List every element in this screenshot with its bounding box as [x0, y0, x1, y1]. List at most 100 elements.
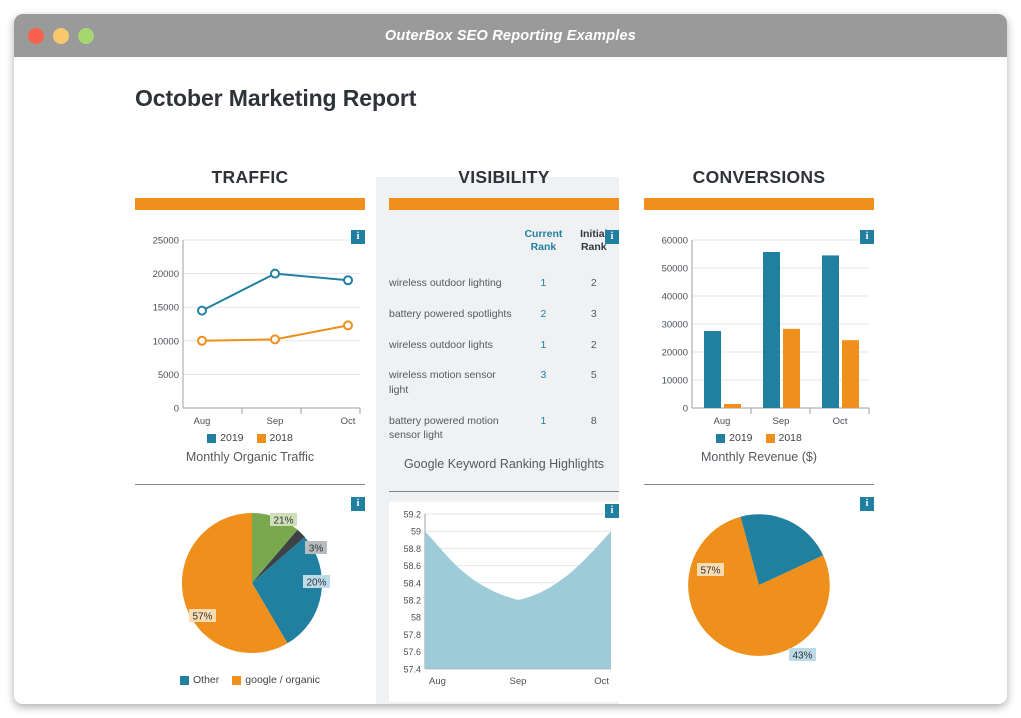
- current-rank: 1: [540, 277, 547, 290]
- x-tick: Aug: [194, 416, 211, 427]
- y-tick: 58: [411, 613, 421, 623]
- pie-label: 21%: [273, 516, 293, 527]
- y-tick: 58.8: [403, 544, 421, 554]
- accent-bar-traffic: [135, 198, 365, 210]
- table-row[interactable]: battery powered spotlights 2 3: [389, 299, 619, 330]
- chart-panel-average-position: i 59.2 59 58.8 58.6 58.4 58.2 58 57.8 57…: [389, 502, 619, 704]
- y-tick: 40000: [662, 292, 688, 303]
- header-line-1: Initial: [580, 228, 608, 240]
- pie-slices: [688, 514, 830, 656]
- bar-2018-oct[interactable]: [842, 340, 859, 408]
- keyword-term: wireless motion sensor light: [389, 369, 496, 396]
- bar-2018-sep[interactable]: [783, 328, 800, 408]
- table-row[interactable]: wireless motion sensor light 3 5: [389, 360, 619, 405]
- close-icon[interactable]: [28, 27, 44, 44]
- table-row[interactable]: wireless outdoor lights 1 2: [389, 330, 619, 361]
- y-tick: 0: [174, 404, 179, 415]
- legend-item[interactable]: 2018: [765, 432, 802, 444]
- y-tick: 60000: [662, 236, 688, 247]
- minimize-icon[interactable]: [53, 27, 69, 44]
- legend-item[interactable]: google / organic: [232, 674, 320, 686]
- chart-panel-traffic-source-breakdown: i 21% 3% 20% 57% Other google / organic: [135, 495, 365, 704]
- table-row[interactable]: wireless outdoor lighting 1 2: [389, 268, 619, 299]
- y-axis-ticks: 60000 50000 40000 30000 20000 10000 0: [662, 236, 688, 415]
- chart-caption: Monthly Revenue ($): [700, 450, 818, 464]
- window-controls[interactable]: [28, 27, 94, 44]
- legend-swatch-2018: [256, 433, 266, 443]
- legend-swatch-2019: [716, 433, 726, 443]
- header-line-2: Rank: [580, 241, 607, 254]
- bar-2018-aug[interactable]: [724, 404, 741, 408]
- window-title: OuterBox SEO Reporting Examples: [384, 27, 637, 44]
- info-icon[interactable]: i: [860, 230, 874, 244]
- report-content: October Marketing Report TRAFFIC i 25000: [14, 57, 1007, 704]
- legend-label: 2019: [729, 432, 753, 444]
- chart-caption: Monthly Organic Traffic: [185, 450, 315, 464]
- initial-rank: 5: [590, 369, 597, 382]
- series-2019: [197, 268, 353, 316]
- legend-pie-sources: Other google / organic: [135, 674, 365, 686]
- x-tick: Sep: [510, 676, 527, 687]
- x-tick: Oct: [594, 676, 609, 687]
- y-tick: 5000: [158, 370, 179, 381]
- current-rank: 3: [540, 369, 547, 382]
- bar-2019-sep[interactable]: [763, 252, 780, 408]
- bar-chart-monthly-revenue: 60000 50000 40000 30000 20000 10000 0 Au…: [662, 236, 870, 427]
- keyword-term: wireless outdoor lighting: [389, 277, 502, 290]
- pie-label: 57%: [192, 612, 212, 623]
- x-tick: Sep: [267, 416, 284, 427]
- legend-label: 2019: [220, 432, 244, 444]
- chart-panel-monthly-revenue: i 60000 50000 40000 30000 20000 10000 0 …: [644, 228, 874, 485]
- table-row[interactable]: battery powered motion sensor light 1 8: [389, 406, 619, 451]
- legend-label: 2018: [778, 432, 802, 444]
- pie-label: 57%: [700, 566, 720, 577]
- legend-item[interactable]: 2018: [256, 432, 293, 444]
- line-chart-monthly-organic-traffic: 25000 20000 15000 10000 5000 0 Aug Sep O…: [153, 236, 361, 427]
- pie-label: 20%: [306, 578, 326, 589]
- current-rank: 2: [540, 307, 547, 320]
- info-icon[interactable]: i: [605, 230, 619, 244]
- x-tick-labels: Aug Sep Oct: [194, 416, 356, 427]
- info-icon[interactable]: i: [860, 497, 874, 511]
- y-tick: 0: [683, 404, 688, 415]
- maximize-icon[interactable]: [78, 27, 94, 44]
- accent-bar-visibility: [389, 198, 619, 210]
- pie-slices: [181, 513, 323, 653]
- initial-rank: 2: [590, 277, 597, 290]
- y-tick: 57.6: [403, 647, 421, 657]
- table-header-row: Current Rank Initial Rank: [389, 228, 619, 268]
- pie-chart-conversion-split: 57% 43%: [688, 514, 830, 662]
- legend-years: 2019 2018: [135, 432, 365, 444]
- y-tick: 15000: [153, 303, 179, 314]
- y-tick: 25000: [153, 236, 179, 247]
- x-axis-ticks: [750, 408, 870, 414]
- accent-bar-conversions: [644, 198, 874, 210]
- initial-rank: 3: [590, 307, 597, 320]
- info-icon[interactable]: i: [351, 230, 365, 244]
- pie-chart-traffic-source-breakdown: 21% 3% 20% 57%: [181, 513, 330, 653]
- keyword-term: wireless outdoor lights: [389, 338, 493, 351]
- pie-label: 43%: [792, 651, 812, 662]
- info-icon[interactable]: i: [351, 497, 365, 511]
- section-divider: [644, 484, 874, 485]
- y-tick: 20000: [153, 269, 179, 280]
- legend-swatch-2018: [765, 433, 775, 443]
- legend-years: 2019 2018: [644, 432, 874, 444]
- bar-2019-oct[interactable]: [822, 255, 839, 408]
- x-tick: Sep: [773, 416, 790, 427]
- area-chart-average-position: 59.2 59 58.8 58.6 58.4 58.2 58 57.8 57.6…: [389, 502, 619, 703]
- legend-item[interactable]: 2019: [716, 432, 753, 444]
- info-icon[interactable]: i: [605, 504, 619, 519]
- legend-label: Other: [193, 674, 220, 686]
- y-tick: 58.6: [403, 561, 421, 571]
- legend-item[interactable]: Other: [180, 674, 219, 686]
- chart-panel-conversion-split: i 57% 43%: [644, 495, 874, 704]
- initial-rank: 2: [590, 338, 597, 351]
- x-tick: Aug: [429, 676, 446, 687]
- initial-rank: 8: [590, 414, 597, 427]
- legend-item[interactable]: 2019: [207, 432, 244, 444]
- bar-2019-aug[interactable]: [704, 331, 721, 408]
- x-axis-ticks: [241, 408, 361, 414]
- keyword-term: battery powered motion sensor light: [389, 414, 499, 442]
- header-line-1: Current: [524, 228, 563, 240]
